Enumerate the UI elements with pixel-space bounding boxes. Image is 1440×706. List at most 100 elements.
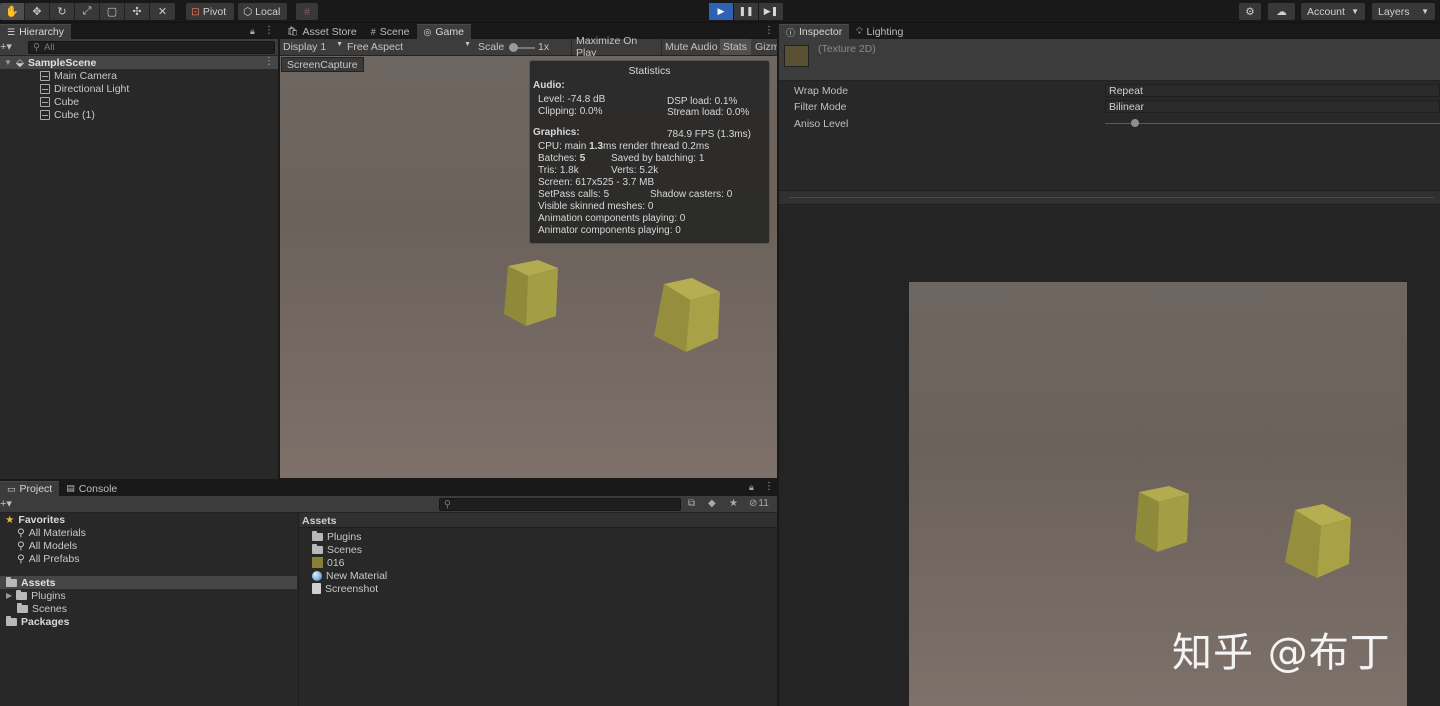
aspect-dropdown[interactable]: Free Aspect ▼ — [347, 41, 471, 53]
services-button[interactable]: ⚙ — [1239, 3, 1261, 20]
search-icon: ⚲ — [33, 42, 40, 53]
stats-line: 784.9 FPS (1.3ms) — [667, 129, 751, 140]
asset-item[interactable]: Scenes — [312, 543, 362, 556]
info-icon: ⓘ — [786, 27, 796, 38]
play-button[interactable]: ▶ — [709, 3, 733, 20]
breadcrumb[interactable]: Assets — [302, 515, 336, 527]
folder-icon — [312, 530, 323, 541]
hierarchy-item[interactable]: Directional Light — [40, 82, 129, 95]
filter-type-icon[interactable]: ⧉ — [688, 498, 695, 509]
aniso-level-slider-thumb[interactable] — [1131, 119, 1140, 127]
scale-icon[interactable]: ⤢ — [75, 3, 100, 20]
project-search-input[interactable]: ⚲ — [439, 498, 681, 511]
custom-tool-icon[interactable]: ✕ — [150, 3, 175, 20]
tab-project[interactable]: ▭ Project — [0, 481, 60, 496]
grid-snap-button[interactable]: # — [296, 3, 318, 20]
asset-item[interactable]: New Material — [312, 569, 387, 582]
hidden-packages-toggle[interactable]: ⊘ 11 — [749, 498, 769, 509]
asset-folder-plugins[interactable]: ▶ Plugins — [6, 589, 66, 602]
play-icon: ▶ — [717, 6, 725, 16]
star-icon[interactable]: ★ — [729, 498, 738, 509]
stats-line: DSP load: 0.1% — [667, 96, 738, 107]
asset-folder-scenes[interactable]: Scenes — [17, 602, 67, 615]
unity-scene-icon: ⬙ — [15, 56, 24, 69]
lock-icon[interactable]: 🔒︎ — [749, 482, 754, 493]
rect-icon[interactable]: ▢ — [100, 3, 125, 20]
maximize-on-play-toggle[interactable]: Maximize On Play — [571, 35, 659, 59]
scale-slider-thumb[interactable] — [509, 43, 518, 52]
tab-console[interactable]: ▤ Console — [59, 481, 124, 496]
watermark-text: 知乎 @布丁 — [1172, 630, 1391, 676]
lock-icon[interactable]: 🔒︎ — [250, 26, 255, 37]
move-icon[interactable]: ✥ — [25, 3, 50, 20]
filter-mode-dropdown[interactable]: Bilinear — [1105, 100, 1440, 113]
display-dropdown[interactable]: Display 1 ▼ — [283, 41, 343, 53]
assets-folder[interactable]: Assets — [6, 576, 55, 589]
kebab-menu-icon[interactable]: ⋮ — [764, 481, 774, 492]
stats-line: Level: -74.8 dB — [538, 94, 606, 105]
tab-inspector[interactable]: ⓘ Inspector — [779, 24, 850, 39]
tab-lighting[interactable]: 💡︎ Lighting — [849, 24, 910, 39]
scene-menu-icon[interactable]: ⋮ — [264, 56, 274, 67]
filter-mode-label: Filter Mode — [794, 101, 847, 113]
chevron-down-icon: ▼ — [464, 41, 471, 48]
hierarchy-item[interactable]: Cube (1) — [40, 108, 95, 121]
account-dropdown[interactable]: Account ▼ — [1301, 3, 1365, 20]
project-splitter[interactable] — [298, 513, 299, 706]
favorites-header[interactable]: ★ Favorites — [5, 513, 65, 526]
stats-line: SetPass calls: 5 — [538, 189, 610, 200]
step-button[interactable]: ▶❚ — [759, 3, 783, 20]
cloud-icon: ☁ — [1276, 5, 1287, 18]
packages-folder[interactable]: Packages — [6, 615, 69, 628]
layers-dropdown[interactable]: Layers ▼ — [1372, 3, 1435, 20]
inspector-header — [779, 39, 1440, 81]
pause-button[interactable]: ❚❚ — [734, 3, 758, 20]
cube-mesh — [654, 278, 720, 352]
screen-capture-button[interactable]: ScreenCapture — [281, 57, 364, 72]
kebab-menu-icon[interactable]: ⋮ — [764, 25, 774, 36]
tab-asset-store[interactable]: 🛍︎ Asset Store — [280, 24, 364, 39]
hand-icon[interactable]: ✋ — [0, 3, 25, 20]
gizmos-toggle[interactable]: Gizm — [753, 39, 777, 55]
favorite-item[interactable]: ⚲ All Models — [17, 539, 77, 552]
play-controls: ▶ ❚❚ ▶❚ — [709, 3, 783, 20]
script-icon — [312, 583, 321, 594]
stats-line: Screen: 617x525 - 3.7 MB — [538, 177, 655, 188]
cube-mesh — [1285, 504, 1351, 578]
asset-item[interactable]: Plugins — [312, 530, 361, 543]
label-icon[interactable]: ◆ — [708, 498, 716, 509]
hierarchy-item[interactable]: Cube — [40, 95, 79, 108]
tab-game[interactable]: ◎ Game — [416, 24, 471, 39]
kebab-menu-icon[interactable]: ⋮ — [264, 25, 274, 36]
cube-mesh — [504, 260, 558, 326]
local-button[interactable]: ⬡ Local — [238, 3, 287, 20]
tab-hierarchy[interactable]: ☰ Hierarchy — [0, 24, 72, 39]
stats-toggle[interactable]: Stats — [720, 39, 751, 55]
hierarchy-search-input[interactable]: ⚲ All — [28, 41, 275, 54]
transform-tools: ✋ ✥ ↻ ⤢ ▢ ✣ ✕ — [0, 3, 175, 20]
asset-item[interactable]: 016 — [312, 556, 345, 569]
scene-root[interactable]: ▼ ⬙ SampleScene — [4, 56, 96, 69]
favorite-item[interactable]: ⚲ All Prefabs — [17, 552, 79, 565]
search-icon: ⚲ — [17, 526, 25, 539]
hierarchy-tabbar: ☰ Hierarchy — [0, 24, 278, 39]
wrap-mode-label: Wrap Mode — [794, 85, 849, 97]
stats-line: Tris: 1.8k — [538, 165, 579, 176]
folder-icon: ▭ — [7, 483, 16, 494]
transform-icon[interactable]: ✣ — [125, 3, 150, 20]
hierarchy-item[interactable]: Main Camera — [40, 69, 117, 82]
favorite-item[interactable]: ⚲ All Materials — [17, 526, 86, 539]
folder-icon — [6, 615, 17, 626]
tab-scene[interactable]: # Scene — [364, 24, 417, 39]
folder-icon — [16, 589, 28, 600]
scale-value: 1x — [538, 41, 550, 53]
asset-item[interactable]: Screenshot — [312, 582, 378, 595]
mute-audio-toggle[interactable]: Mute Audio — [661, 39, 719, 55]
rotate-icon[interactable]: ↻ — [50, 3, 75, 20]
wrap-mode-dropdown[interactable]: Repeat — [1105, 84, 1440, 97]
pivot-button[interactable]: ⊡ Pivot — [186, 3, 234, 20]
aniso-level-slider[interactable] — [1105, 123, 1440, 124]
add-icon[interactable]: +▾ — [0, 40, 12, 53]
add-icon[interactable]: +▾ — [0, 497, 12, 510]
cloud-button[interactable]: ☁ — [1268, 3, 1295, 20]
